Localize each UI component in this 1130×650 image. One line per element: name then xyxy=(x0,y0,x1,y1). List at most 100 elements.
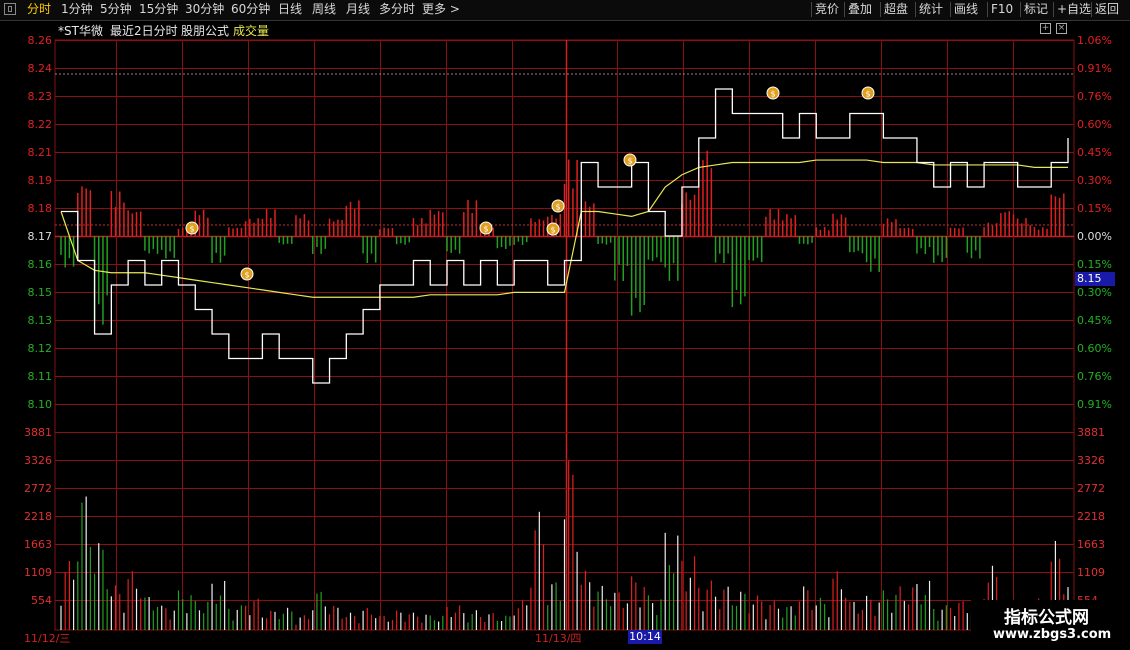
watermark-title: 指标公式网 xyxy=(1004,608,1089,628)
date-label-day2: 11/13/四 xyxy=(535,632,582,645)
money-bag-icon: $ xyxy=(479,221,493,235)
toolbar-right-item-8[interactable]: 返回 xyxy=(1095,0,1119,19)
toolbar-right-item-1[interactable]: 叠加 xyxy=(848,0,872,19)
price-axis-label: 8.10 xyxy=(28,398,53,411)
toolbar-separator xyxy=(1091,2,1092,17)
pct-axis-label: 1.06% xyxy=(1077,34,1112,47)
toolbar-separator xyxy=(1053,2,1054,17)
pct-axis-label: 0.60% xyxy=(1077,342,1112,355)
toolbar-separator xyxy=(811,2,812,17)
volume-axis-label: 1663 xyxy=(1077,538,1105,551)
chart-header: *ST华微 最近2日分时 股朋公式 成交量 xyxy=(0,20,1074,40)
indicator-label[interactable]: 成交量 xyxy=(233,22,269,39)
toolbar-item-9[interactable]: 多分时 xyxy=(379,0,415,19)
volume-axis-label: 1109 xyxy=(1077,566,1105,579)
toolbar-right-item-6[interactable]: 标记 xyxy=(1024,0,1048,19)
toolbar-item-1[interactable]: 1分钟 xyxy=(61,0,93,19)
pct-axis-label: 0.91% xyxy=(1077,398,1112,411)
volume-axis-label: 3326 xyxy=(24,454,52,467)
watermark-url: www.zbgs3.com xyxy=(993,627,1112,642)
pct-axis-label: 0.45% xyxy=(1077,146,1112,159)
volume-axis-label: 2218 xyxy=(24,510,52,523)
money-bag-symbol: $ xyxy=(483,225,488,234)
pct-axis-label: 0.91% xyxy=(1077,62,1112,75)
toolbar-item-2[interactable]: 5分钟 xyxy=(100,0,132,19)
current-price-tag: 8.15 xyxy=(1075,272,1115,286)
window-icon[interactable] xyxy=(4,3,16,15)
pct-axis-label: 0.15% xyxy=(1077,258,1112,271)
money-bag-icon: $ xyxy=(623,153,637,167)
toolbar-separator xyxy=(880,2,881,17)
pct-axis-label: 0.60% xyxy=(1077,118,1112,131)
intraday-chart: 8.268.248.238.228.218.198.188.178.168.15… xyxy=(24,34,1112,631)
money-bag-icon: $ xyxy=(240,267,254,281)
pct-axis-label: 0.15% xyxy=(1077,202,1112,215)
price-axis-label: 8.21 xyxy=(28,146,53,159)
money-bag-icon: $ xyxy=(546,222,560,236)
money-bag-symbol: $ xyxy=(865,90,870,99)
price-axis-label: 8.19 xyxy=(28,174,53,187)
toolbar-item-6[interactable]: 日线 xyxy=(278,0,302,19)
pct-axis-label: 0.30% xyxy=(1077,174,1112,187)
money-bag-symbol: $ xyxy=(189,225,194,234)
price-axis-label: 8.13 xyxy=(28,314,53,327)
price-axis-label: 8.17 xyxy=(28,230,53,243)
volume-axis-label: 2772 xyxy=(1077,482,1105,495)
volume-axis-label: 554 xyxy=(31,594,52,607)
toolbar-right-item-4[interactable]: 画线 xyxy=(954,0,978,19)
toolbar-separator xyxy=(844,2,845,17)
time-cursor-tag: 10:14 xyxy=(628,630,662,644)
stock-name: *ST华微 xyxy=(58,24,103,38)
volume-axis-label: 2218 xyxy=(1077,510,1105,523)
volume-axis-label: 3881 xyxy=(1077,426,1105,439)
toolbar-separator xyxy=(950,2,951,17)
pct-axis-label: 0.76% xyxy=(1077,90,1112,103)
toolbar-separator xyxy=(915,2,916,17)
toolbar-fenshi[interactable]: 分时 xyxy=(27,0,51,19)
money-bag-icon: $ xyxy=(551,199,565,213)
toolbar-right-item-7[interactable]: +自选 xyxy=(1057,0,1091,19)
toolbar-item-8[interactable]: 月线 xyxy=(346,0,370,19)
pct-axis-label: 0.76% xyxy=(1077,370,1112,383)
money-bag-symbol: $ xyxy=(770,90,775,99)
period-label: 最近2日分时 xyxy=(110,24,178,38)
money-bag-icon: $ xyxy=(861,86,875,100)
price-axis-label: 8.23 xyxy=(28,90,53,103)
toolbar-right-item-5[interactable]: F10 xyxy=(991,0,1013,19)
toolbar-item-5[interactable]: 60分钟 xyxy=(231,0,270,19)
volume-axis-label: 1109 xyxy=(24,566,52,579)
watermark: 指标公式网 www.zbgs3.com xyxy=(971,600,1130,650)
toolbar-item-3[interactable]: 15分钟 xyxy=(139,0,178,19)
money-bag-symbol: $ xyxy=(555,203,560,212)
period-toolbar: 分时 1分钟 5分钟 15分钟 30分钟 60分钟 日线 周线 月线 多分时 更多 > 竞价 叠加 超盘统… xyxy=(0,0,1130,21)
price-axis-label: 8.15 xyxy=(28,286,53,299)
money-bag-icon: $ xyxy=(766,86,780,100)
price-axis-label: 8.11 xyxy=(28,370,53,383)
volume-axis-label: 2772 xyxy=(24,482,52,495)
volume-axis-label: 3326 xyxy=(1077,454,1105,467)
toolbar-item-10[interactable]: 更多 > xyxy=(422,0,460,19)
money-bag-symbol: $ xyxy=(550,226,555,235)
add-indicator-icon[interactable]: + xyxy=(1040,23,1051,34)
volume-axis-label: 1663 xyxy=(24,538,52,551)
toolbar-separator xyxy=(987,2,988,17)
money-bag-icon: $ xyxy=(185,221,199,235)
price-axis-label: 8.24 xyxy=(28,62,53,75)
pct-axis-label: 0.30% xyxy=(1077,286,1112,299)
money-bag-symbol: $ xyxy=(244,271,249,280)
formula-label[interactable]: 股朋公式 xyxy=(181,22,229,39)
price-axis-label: 8.22 xyxy=(28,118,53,131)
toolbar-right-item-0[interactable]: 竞价 xyxy=(815,0,839,19)
toolbar-right-item-3[interactable]: 统计 xyxy=(919,0,943,19)
price-axis-label: 8.18 xyxy=(28,202,53,215)
pct-axis-label: 0.45% xyxy=(1077,314,1112,327)
volume-axis-label: 3881 xyxy=(24,426,52,439)
money-bag-symbol: $ xyxy=(627,157,632,166)
toolbar-item-7[interactable]: 周线 xyxy=(312,0,336,19)
close-indicator-icon[interactable]: × xyxy=(1056,23,1067,34)
pct-axis-label: 0.00% xyxy=(1077,230,1112,243)
toolbar-item-4[interactable]: 30分钟 xyxy=(185,0,224,19)
toolbar-right-item-2[interactable]: 超盘 xyxy=(884,0,908,19)
price-axis-label: 8.16 xyxy=(28,258,53,271)
price-axis-label: 8.12 xyxy=(28,342,53,355)
